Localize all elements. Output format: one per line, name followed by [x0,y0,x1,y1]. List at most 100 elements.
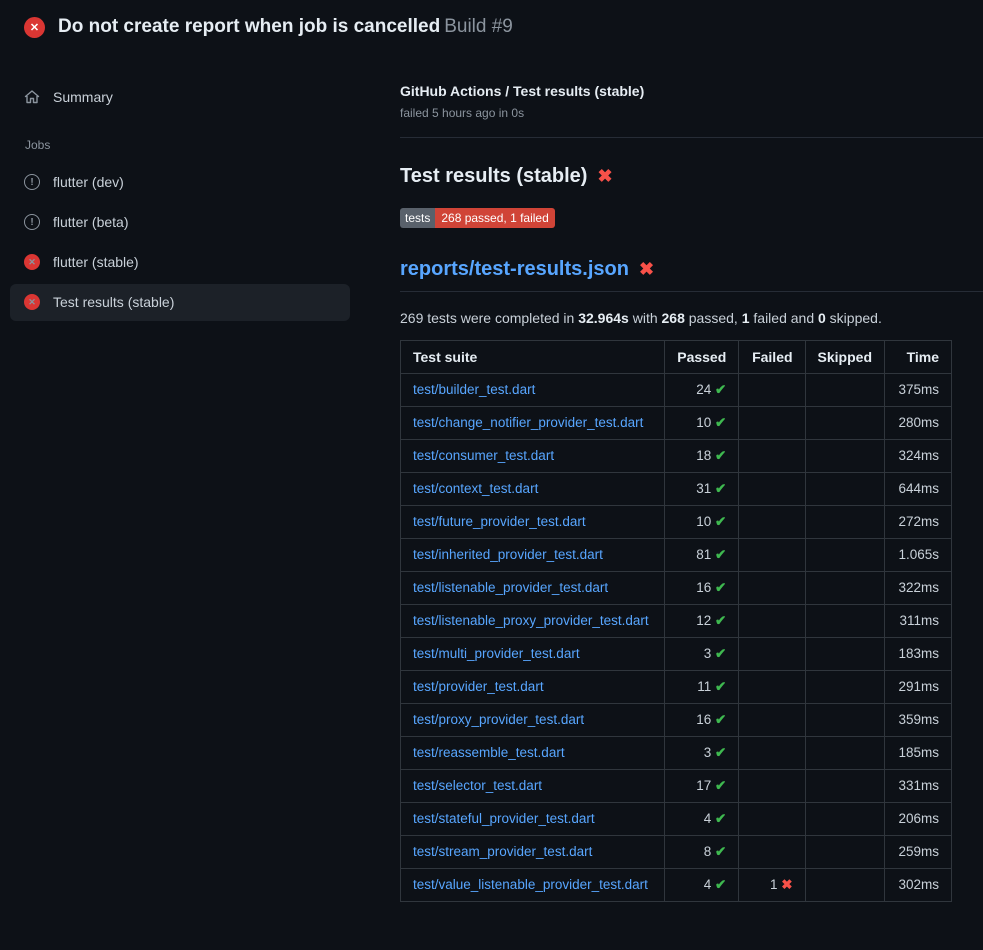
check-icon: ✔ [715,382,726,397]
skipped-cell [805,538,884,571]
column-header-time: Time [885,340,952,373]
passed-cell: 10 ✔ [665,505,739,538]
table-row: test/stateful_provider_test.dart4 ✔206ms [401,802,952,835]
column-header-test-suite: Test suite [401,340,665,373]
check-icon: ✔ [715,745,726,760]
build-number: Build #9 [444,16,513,37]
table-row: test/value_listenable_provider_test.dart… [401,868,952,901]
failed-cell [739,835,805,868]
skipped-cell [805,637,884,670]
table-row: test/reassemble_test.dart3 ✔185ms [401,736,952,769]
test-suite-link[interactable]: test/value_listenable_provider_test.dart [413,877,648,892]
test-suite-link[interactable]: test/reassemble_test.dart [413,745,565,760]
time-cell: 331ms [885,769,952,802]
suite-cell: test/provider_test.dart [401,670,665,703]
check-icon: ✔ [715,613,726,628]
passed-cell: 24 ✔ [665,373,739,406]
sidebar-item-summary[interactable]: Summary [10,79,350,116]
failed-cell [739,670,805,703]
failed-cell [739,769,805,802]
time-cell: 324ms [885,439,952,472]
report-file-link[interactable]: reports/test-results.json [400,258,629,281]
test-suite-link[interactable]: test/listenable_proxy_provider_test.dart [413,613,649,628]
neutral-status-icon: ! [24,214,40,230]
skipped-cell [805,835,884,868]
check-icon: ✔ [715,811,726,826]
test-suite-link[interactable]: test/stream_provider_test.dart [413,844,592,859]
test-results-table: Test suite Passed Failed Skipped Time te… [400,340,952,902]
summary-duration: 32.964s [578,310,629,326]
summary-failed-count: 1 [742,310,750,326]
test-suite-link[interactable]: test/change_notifier_provider_test.dart [413,415,643,430]
test-suite-link[interactable]: test/provider_test.dart [413,679,544,694]
failed-cell: 1 ✖ [739,868,805,901]
suite-cell: test/stateful_provider_test.dart [401,802,665,835]
passed-cell: 17 ✔ [665,769,739,802]
tests-status-badge: tests 268 passed, 1 failed [400,208,555,228]
skipped-cell [805,505,884,538]
time-cell: 291ms [885,670,952,703]
column-header-skipped: Skipped [805,340,884,373]
failed-cell [739,472,805,505]
sidebar-item-flutter-beta[interactable]: ! flutter (beta) [10,204,350,241]
check-icon: ✔ [715,646,726,661]
sidebar-item-label: Summary [53,89,113,105]
suite-cell: test/change_notifier_provider_test.dart [401,406,665,439]
time-cell: 322ms [885,571,952,604]
skipped-cell [805,439,884,472]
skipped-cell [805,703,884,736]
check-run-title-text: Test results (stable) [400,165,587,188]
test-suite-link[interactable]: test/inherited_provider_test.dart [413,547,603,562]
test-table-body: test/builder_test.dart24 ✔375mstest/chan… [401,373,952,901]
test-suite-link[interactable]: test/builder_test.dart [413,382,535,397]
suite-cell: test/reassemble_test.dart [401,736,665,769]
sidebar-item-flutter-stable[interactable]: ✕ flutter (stable) [10,244,350,281]
passed-cell: 16 ✔ [665,571,739,604]
test-suite-link[interactable]: test/proxy_provider_test.dart [413,712,584,727]
sidebar-item-test-results-stable[interactable]: ✕ Test results (stable) [10,284,350,321]
suite-cell: test/stream_provider_test.dart [401,835,665,868]
sidebar-item-flutter-dev[interactable]: ! flutter (dev) [10,164,350,201]
badge-label: tests [400,208,435,228]
table-row: test/listenable_provider_test.dart 16 ✔ 32… [401,571,952,604]
check-run-title: Test results (stable) ✖ [400,165,983,188]
test-suite-link[interactable]: test/stateful_provider_test.dart [413,811,595,826]
failed-cell [739,802,805,835]
check-icon: ✔ [715,514,726,529]
badge-value: 268 passed, 1 failed [435,208,554,228]
time-cell: 272ms [885,505,952,538]
time-cell: 280ms [885,406,952,439]
table-row: test/listenable_proxy_provider_test.dart… [401,604,952,637]
skipped-cell [805,472,884,505]
table-row: test/future_provider_test.dart 10 ✔ 272ms [401,505,952,538]
passed-cell: 31 ✔ [665,472,739,505]
test-suite-link[interactable]: test/consumer_test.dart [413,448,554,463]
run-header: ✕ Do not create report when job is cance… [0,0,983,53]
test-suite-link[interactable]: test/context_test.dart [413,481,538,496]
test-suite-link[interactable]: test/multi_provider_test.dart [413,646,580,661]
skipped-cell [805,868,884,901]
table-row: test/inherited_provider_test.dart81 ✔1.0… [401,538,952,571]
test-suite-link[interactable]: test/selector_test.dart [413,778,542,793]
page-title: Do not create report when job is cancell… [58,16,513,39]
table-row: test/provider_test.dart11 ✔291ms [401,670,952,703]
run-meta: failed 5 hours ago in 0s [400,106,983,120]
report-heading: reports/test-results.json ✖ [400,258,983,292]
suite-cell: test/future_provider_test.dart [401,505,665,538]
table-row: test/multi_provider_test.dart3 ✔183ms [401,637,952,670]
column-header-passed: Passed [665,340,739,373]
check-icon: ✔ [715,679,726,694]
test-suite-link[interactable]: test/listenable_provider_test.dart [413,580,608,595]
passed-cell: 3 ✔ [665,736,739,769]
table-row: test/builder_test.dart24 ✔375ms [401,373,952,406]
suite-cell: test/selector_test.dart [401,769,665,802]
neutral-status-icon: ! [24,174,40,190]
failed-cell [739,505,805,538]
failed-cell [739,538,805,571]
suite-cell: test/inherited_provider_test.dart [401,538,665,571]
table-row: test/stream_provider_test.dart8 ✔259ms [401,835,952,868]
cross-icon: ✖ [781,877,792,892]
test-suite-link[interactable]: test/future_provider_test.dart [413,514,586,529]
skipped-cell [805,571,884,604]
failed-cell [739,736,805,769]
